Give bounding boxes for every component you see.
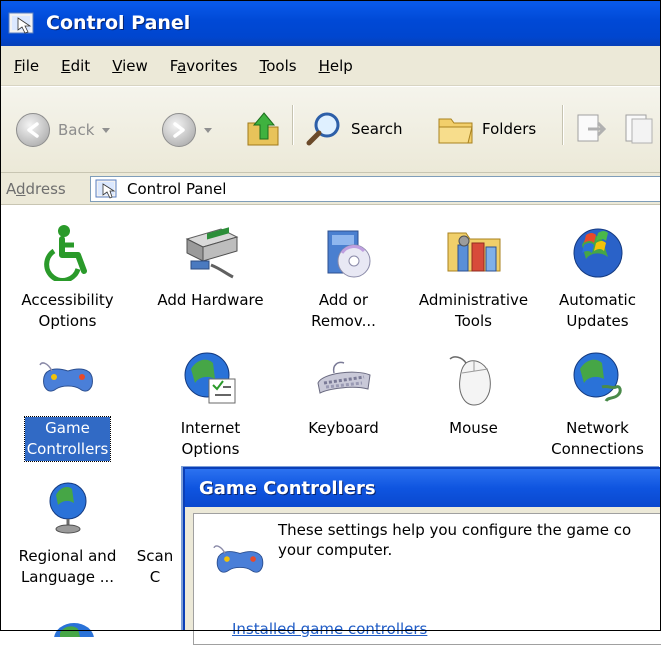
item-scanners-cameras[interactable]: Scan C — [120, 477, 190, 589]
item-label: Automatic Updates — [559, 291, 636, 330]
item-label: Mouse — [449, 419, 498, 437]
menu-favorites[interactable]: Favorites — [160, 57, 250, 75]
address-field[interactable]: Control Panel — [90, 175, 661, 202]
item-network-connections[interactable]: Network Connections — [535, 349, 660, 461]
item-label: Add Hardware — [157, 291, 264, 309]
item-label: Keyboard — [308, 419, 379, 437]
item-label: Regional and Language ... — [18, 547, 117, 586]
window-title: Control Panel — [46, 12, 191, 34]
menu-help[interactable]: Help — [309, 57, 365, 75]
up-folder-button[interactable] — [246, 109, 282, 149]
dialog-title: Game Controllers — [199, 477, 376, 499]
forward-button[interactable] — [162, 113, 212, 147]
item-game-controllers[interactable]: Game Controllers — [15, 349, 120, 462]
game-controller-icon — [38, 362, 93, 392]
item-label: Network Connections — [551, 419, 644, 458]
mouse-icon — [448, 356, 491, 406]
back-label: Back — [58, 121, 95, 139]
item-label: Add or Remov... — [311, 291, 376, 330]
game-controllers-dialog[interactable]: Game Controllers These settings help you… — [183, 467, 661, 645]
item-internet-options[interactable]: Internet Options — [148, 349, 273, 461]
folders-icon — [438, 118, 473, 144]
keyboard-icon — [316, 361, 371, 394]
up-folder-icon — [247, 112, 279, 146]
title-bar[interactable]: Control Panel — [0, 0, 661, 46]
forward-arrow-icon — [162, 113, 196, 147]
item-automatic-updates[interactable]: Automatic Updates — [535, 221, 660, 333]
add-remove-programs-icon — [327, 230, 370, 278]
item-add-hardware[interactable]: Add Hardware — [148, 221, 273, 312]
add-hardware-icon — [185, 227, 238, 279]
address-label: Address — [6, 179, 66, 198]
item-label: Game Controllers — [23, 416, 112, 462]
control-panel-icon — [95, 179, 117, 199]
toolbar-separator — [292, 105, 294, 145]
network-connections-icon — [573, 352, 622, 402]
menu-view[interactable]: View — [102, 57, 160, 75]
administrative-tools-icon — [447, 232, 500, 272]
menu-tools[interactable]: Tools — [250, 57, 309, 75]
dialog-body: These settings help you configure the ga… — [193, 513, 661, 645]
address-bar: Address Control Panel — [0, 173, 661, 205]
folders-label: Folders — [482, 120, 537, 138]
back-dropdown-icon[interactable] — [102, 127, 111, 133]
game-controller-icon — [213, 545, 264, 573]
back-arrow-icon — [16, 113, 50, 147]
item-regional-language[interactable]: Regional and Language ... — [5, 477, 130, 589]
toolbar: Back Search Folders — [0, 86, 661, 173]
installed-controllers-link[interactable]: Installed game controllers — [232, 620, 427, 638]
item-administrative-tools[interactable]: Administrative Tools — [411, 221, 536, 333]
item-accessibility-options[interactable]: Accessibility Options — [5, 221, 130, 333]
address-value: Control Panel — [127, 179, 227, 198]
folders-button[interactable]: Folders — [436, 111, 536, 147]
control-panel-icon — [8, 12, 34, 34]
copy-to-icon — [625, 114, 653, 144]
menu-file[interactable]: File — [4, 57, 51, 75]
item-mouse[interactable]: Mouse — [411, 349, 536, 440]
automatic-updates-icon — [573, 228, 622, 278]
dialog-title-bar[interactable]: Game Controllers — [185, 469, 661, 507]
item-label: Accessibility Options — [21, 291, 114, 330]
move-to-button[interactable] — [574, 111, 610, 147]
dialog-description: These settings help you configure the ga… — [278, 521, 632, 559]
back-button[interactable]: Back — [16, 113, 111, 147]
internet-options-icon — [184, 352, 235, 404]
item-label: Scan C — [136, 547, 174, 586]
menu-edit[interactable]: Edit — [51, 57, 102, 75]
menu-bar: File Edit View Favorites Tools Help — [0, 46, 661, 86]
search-icon — [306, 112, 340, 146]
move-to-icon — [577, 114, 607, 142]
regional-language-icon — [49, 482, 86, 534]
item-keyboard[interactable]: Keyboard — [281, 349, 406, 440]
copy-to-button[interactable] — [622, 111, 658, 147]
search-button[interactable]: Search — [305, 111, 403, 147]
search-label: Search — [351, 120, 403, 138]
forward-dropdown-icon[interactable] — [204, 127, 212, 133]
accessibility-icon — [43, 225, 87, 281]
globe-icon — [54, 623, 94, 637]
item-label: Administrative Tools — [418, 291, 529, 330]
item-label: Internet Options — [180, 419, 241, 458]
item-add-remove-programs[interactable]: Add or Remov... — [281, 221, 406, 333]
toolbar-separator — [562, 105, 564, 145]
